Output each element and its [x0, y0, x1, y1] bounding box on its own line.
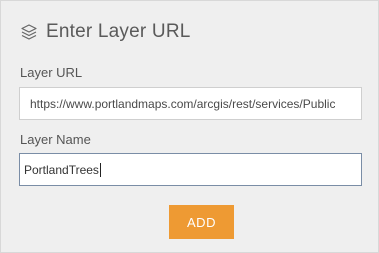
- layer-url-label: Layer URL: [20, 65, 83, 80]
- add-button[interactable]: ADD: [169, 205, 234, 239]
- layers-icon: [20, 23, 38, 41]
- panel-title: Enter Layer URL: [46, 21, 191, 42]
- layer-url-value: https://www.portlandmaps.com/arcgis/rest…: [30, 96, 336, 111]
- layer-url-input[interactable]: https://www.portlandmaps.com/arcgis/rest…: [19, 87, 362, 120]
- layer-name-input[interactable]: PortlandTrees: [19, 153, 362, 186]
- layer-name-value: PortlandTrees: [24, 162, 99, 177]
- text-cursor: [99, 162, 101, 177]
- add-layer-panel: Enter Layer URL Layer URL https://www.po…: [0, 0, 379, 253]
- panel-header: Enter Layer URL: [20, 20, 191, 44]
- layer-name-label: Layer Name: [20, 132, 91, 147]
